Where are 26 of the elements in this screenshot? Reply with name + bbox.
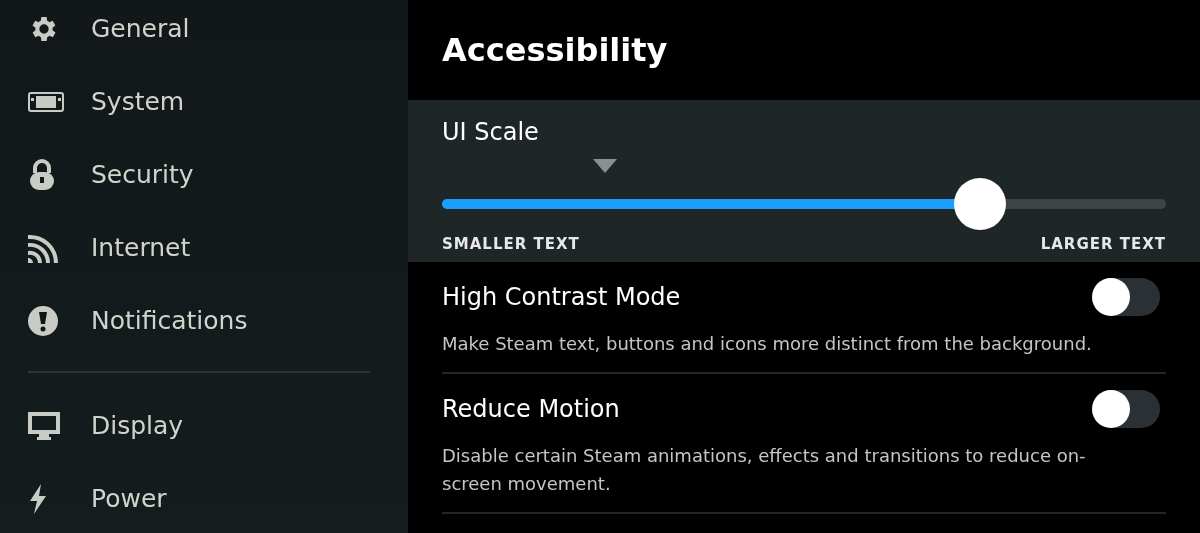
sidebar-item[interactable]: Security [28,138,370,211]
monitor-icon [28,411,60,440]
bolt-icon [28,483,48,514]
min-label: SMALLER TEXT [442,235,580,253]
max-label: LARGER TEXT [1040,235,1166,253]
ui-scale-slider[interactable] [442,178,1166,230]
sidebar-item[interactable]: Notifications [28,284,370,357]
sidebar-item[interactable]: Internet [28,211,370,284]
setting-description: Disable certain Steam animations, effects and transitions to reduce on-screen movement. [442,444,1087,496]
setting-description: Make Steam text, buttons and icons more distinct from the background. [442,332,1093,356]
toggle-switch[interactable] [1092,390,1160,428]
default-marker-icon [592,159,617,173]
slider-thumb[interactable] [953,178,1006,230]
lock-icon [28,158,56,191]
page-title: Accessibility [441,30,669,71]
toggle-switch[interactable] [1092,278,1160,316]
setting-label: Reduce Motion [442,395,620,423]
sidebar-item[interactable]: General [28,0,370,65]
sidebar-item[interactable]: System [28,65,370,138]
signal-icon [28,232,60,263]
setting-label: UI Scale [442,118,540,146]
sidebar-item[interactable]: Power [28,462,370,533]
alert-icon [28,305,58,336]
sidebar-item[interactable]: Display [28,389,370,462]
handheld-icon [28,91,64,112]
setting-label: High Contrast Mode [442,283,681,311]
